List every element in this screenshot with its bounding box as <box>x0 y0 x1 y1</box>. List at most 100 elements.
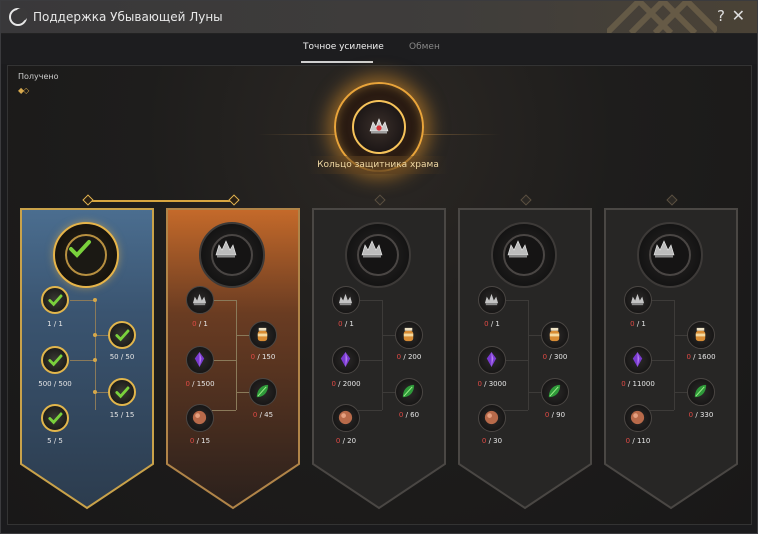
stage-marker-2 <box>228 194 240 206</box>
stage-banner-4[interactable]: 0 / 1 0 / 300 0 / 3000 0 / 90 0 / 30 <box>458 208 592 510</box>
stage-core-node <box>491 222 557 288</box>
requirement-count: 0 / 1500 <box>185 380 215 388</box>
requirement-node[interactable] <box>624 286 652 314</box>
requirement-node[interactable] <box>108 378 136 406</box>
branch <box>358 410 382 411</box>
support-window: Поддержка Убывающей Луны ? ✕ Точное усил… <box>0 0 758 534</box>
requirement-count: 0 / 11000 <box>621 380 655 388</box>
requirement-node[interactable] <box>541 378 569 406</box>
check-icon <box>115 329 130 342</box>
stage-banner-2[interactable]: 0 / 1 0 / 150 0 / 1500 0 / 45 0 / 15 <box>166 208 300 510</box>
check-icon <box>48 354 63 367</box>
requirement-node[interactable] <box>41 346 69 374</box>
requirement-count: 0 / 1600 <box>686 353 716 361</box>
copper-orb-icon <box>484 410 499 425</box>
tree-trunk <box>528 300 529 410</box>
obtained-marks: ◆◇ <box>18 86 29 95</box>
stage-marker-4 <box>520 194 532 206</box>
requirement-node[interactable] <box>332 404 360 432</box>
requirement-node[interactable] <box>395 378 423 406</box>
reward-line-left <box>258 134 338 135</box>
requirement-node[interactable] <box>332 286 360 314</box>
check-icon <box>115 386 130 399</box>
requirement-count: 0 / 20 <box>335 437 357 445</box>
requirement-count: 0 / 330 <box>688 411 714 419</box>
requirement-count: 0 / 150 <box>250 353 276 361</box>
purple-crystal-icon <box>194 351 205 368</box>
stage-core-node <box>637 222 703 288</box>
tree-trunk <box>674 300 675 410</box>
silver-crown-icon <box>338 293 353 306</box>
requirement-node[interactable] <box>395 321 423 349</box>
close-button[interactable]: ✕ <box>732 6 745 25</box>
requirement-count: 1 / 1 <box>47 320 63 328</box>
requirement-count: 0 / 30 <box>481 437 503 445</box>
branch <box>358 360 382 361</box>
branch <box>70 300 95 301</box>
tab-exchange[interactable]: Обмен <box>409 42 440 52</box>
requirement-node[interactable] <box>249 378 277 406</box>
requirement-count: 0 / 200 <box>396 353 422 361</box>
silver-crown-icon <box>215 240 237 258</box>
requirement-node[interactable] <box>687 321 715 349</box>
requirement-node[interactable] <box>108 321 136 349</box>
requirement-node[interactable] <box>624 346 652 374</box>
requirement-node[interactable] <box>41 286 69 314</box>
silver-crown-icon <box>361 240 383 258</box>
tab-precise-enhancement[interactable]: Точное усиление <box>303 42 384 52</box>
branch <box>70 360 95 361</box>
stage-marker-3 <box>374 194 386 206</box>
purple-crystal-icon <box>486 351 497 368</box>
branch <box>650 410 674 411</box>
copper-orb-icon <box>192 410 207 425</box>
green-leaf-icon <box>402 384 415 398</box>
requirement-count: 0 / 1 <box>338 320 354 328</box>
requirement-node[interactable] <box>687 378 715 406</box>
branch <box>650 300 674 301</box>
green-leaf-icon <box>694 384 707 398</box>
requirement-count: 0 / 2000 <box>331 380 361 388</box>
tree-trunk <box>236 300 237 410</box>
title-bar[interactable]: Поддержка Убывающей Луны ? ✕ <box>1 1 757 34</box>
requirement-node[interactable] <box>41 404 69 432</box>
branch <box>650 360 674 361</box>
requirement-node[interactable] <box>186 404 214 432</box>
requirement-node[interactable] <box>478 286 506 314</box>
active-tab-indicator <box>301 61 373 63</box>
stage-core-node <box>345 222 411 288</box>
copper-orb-icon <box>338 410 353 425</box>
reward-name: Кольцо защитника храма <box>308 156 448 174</box>
help-button[interactable]: ? <box>717 7 725 25</box>
requirement-node[interactable] <box>186 346 214 374</box>
branch <box>504 300 528 301</box>
branch <box>212 410 236 411</box>
purple-crystal-icon <box>632 351 643 368</box>
requirement-count: 0 / 3000 <box>477 380 507 388</box>
requirement-node[interactable] <box>478 404 506 432</box>
orange-jar-icon <box>549 327 560 342</box>
requirement-node[interactable] <box>541 321 569 349</box>
purple-crystal-icon <box>340 351 351 368</box>
requirement-count: 0 / 1 <box>630 320 646 328</box>
stage-banner-3[interactable]: 0 / 1 0 / 200 0 / 2000 0 / 60 0 / 20 <box>312 208 446 510</box>
moon-logo-icon <box>9 8 28 26</box>
silver-crown-icon <box>630 293 645 306</box>
requirement-count: 15 / 15 <box>109 411 135 419</box>
requirement-count: 0 / 1 <box>192 320 208 328</box>
enhancement-panel: Получено ◆◇ Кольцо защитника храма 1 / 1… <box>7 65 752 525</box>
orange-jar-icon <box>403 327 414 342</box>
requirement-node[interactable] <box>478 346 506 374</box>
requirement-node[interactable] <box>186 286 214 314</box>
requirement-count: 50 / 50 <box>109 353 135 361</box>
stage-marker-1 <box>82 194 94 206</box>
requirement-node[interactable] <box>332 346 360 374</box>
copper-orb-icon <box>630 410 645 425</box>
requirement-count: 0 / 110 <box>625 437 651 445</box>
stage-banner-5[interactable]: 0 / 1 0 / 1600 0 / 11000 0 / 330 0 / 110 <box>604 208 738 510</box>
requirement-node[interactable] <box>624 404 652 432</box>
stage-core-node <box>199 222 265 288</box>
stage-banner-1[interactable]: 1 / 1 50 / 50 500 / 500 15 / 15 5 / 5 <box>20 208 154 510</box>
reward-line-right <box>420 134 500 135</box>
requirement-node[interactable] <box>249 321 277 349</box>
orange-jar-icon <box>695 327 706 342</box>
